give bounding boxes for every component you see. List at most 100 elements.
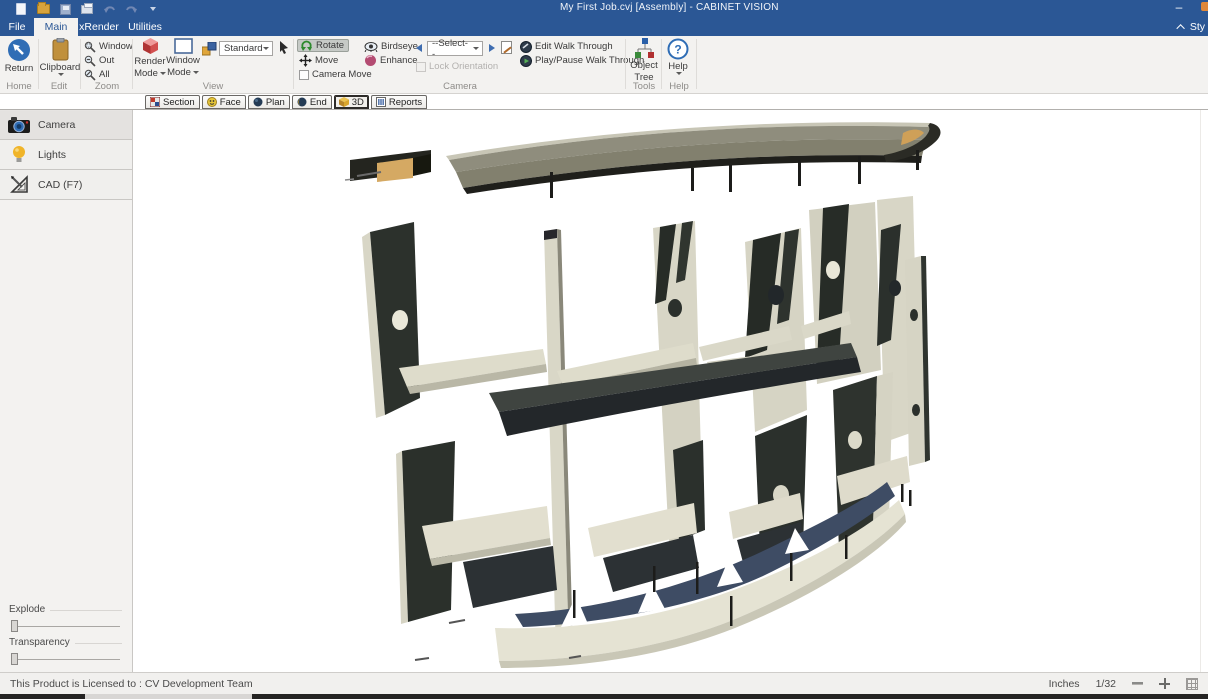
edit-walkthrough-button[interactable]: Edit Walk Through [520,40,613,53]
render-mode-button[interactable]: Render Mode [134,38,166,79]
move-button[interactable]: Move [299,54,338,67]
grid-toggle-icon[interactable] [1186,678,1198,690]
status-precision[interactable]: 1/32 [1096,678,1116,690]
zoom-window-button[interactable]: Window [84,40,133,53]
edit-walkthrough-icon [520,41,532,53]
view-tab-end[interactable]: End [292,95,332,109]
undo-icon [103,4,116,15]
sidebar-panel-lights[interactable]: Lights [0,140,132,170]
menu-tab-xrender[interactable]: xRender [74,18,124,36]
view-tab-reports[interactable]: Reports [371,95,427,109]
sidebar-panel-cad[interactable]: CAD (F7) [0,170,132,200]
render-style-select[interactable]: Standard [219,41,273,56]
pan-pointer-button[interactable] [277,40,292,58]
countertop-part [345,122,941,198]
taskbar-sliver [85,694,252,699]
chevron-down-icon [150,7,156,11]
lightbulb-icon [0,145,38,164]
birdseye-button[interactable]: Birdseye [364,40,418,53]
checkbox-icon [299,70,309,80]
explode-slider-thumb[interactable] [11,620,18,632]
camera-icon [0,116,38,134]
end-tab-icon [297,97,307,107]
group-label-home: Home [6,81,31,92]
explode-slider[interactable] [9,619,122,633]
camera-prev-button[interactable] [416,44,422,52]
print-button[interactable] [80,2,94,16]
group-label-help: Help [669,81,689,92]
render-mode-cube-icon [141,38,160,55]
ribbon: Return Home Clipboard Edit Window [0,36,1208,94]
view-tab-3d[interactable]: 3D [334,95,369,109]
status-units[interactable]: Inches [1049,678,1080,690]
group-label-camera: Camera [443,81,477,92]
camera-move-checkbox[interactable]: Camera Move [299,68,372,81]
help-button[interactable]: ? Help [663,38,693,75]
license-text: This Product is Licensed to : CV Develop… [10,678,253,690]
save-button[interactable] [58,2,72,16]
camera-next-button[interactable] [489,44,495,52]
collapse-ribbon-label: Sty [1190,21,1205,33]
window-title: My First Job.cvj [Assembly] - CABINET VI… [560,2,779,13]
collapse-ribbon-button[interactable]: Sty [1179,18,1205,36]
assembly-3d-render[interactable] [133,110,1208,672]
move-icon [299,54,312,67]
viewport-3d[interactable] [133,110,1208,672]
zoom-all-icon [84,69,96,81]
transparency-slider-thumb[interactable] [11,653,18,665]
view-tab-face[interactable]: Face [202,95,246,109]
rotate-button[interactable]: Rotate [297,39,349,52]
chevron-down-icon [473,47,479,50]
redo-button[interactable] [124,2,138,16]
return-button[interactable]: Return [2,38,36,74]
viewport-right-gutter [1200,110,1208,672]
zoom-window-icon [84,41,96,53]
chevron-down-icon [676,72,682,75]
enhance-button[interactable]: Enhance [364,54,418,67]
reports-tab-icon [376,97,386,107]
menu-bar: File Main xRender Utilities Sty [0,18,1208,36]
divider [50,610,122,611]
chevron-down-icon [160,72,166,75]
edit-view-button[interactable] [501,41,512,57]
enhance-icon [364,54,377,67]
pan-tool-icon[interactable] [1132,682,1143,685]
object-tree-button[interactable]: Object Tree [628,38,660,83]
customize-qat-button[interactable] [146,2,160,16]
birdseye-eye-icon [364,41,378,52]
group-label-zoom: Zoom [95,81,119,92]
window-corner-badge[interactable] [1201,2,1208,11]
menu-tab-main[interactable]: Main [34,18,78,36]
sidebar-panel-camera[interactable]: Camera [0,110,132,140]
chevron-up-icon [1176,24,1184,32]
zoom-all-button[interactable]: All [84,68,110,81]
rotate-icon [300,39,313,52]
chevron-down-icon [58,73,64,76]
play-walkthrough-icon [520,55,532,67]
new-file-button[interactable] [14,2,28,16]
transparency-slider[interactable] [9,652,122,666]
help-icon: ? [667,38,689,60]
window-mode-button[interactable]: Window Mode [166,38,200,78]
camera-select[interactable]: --Select-- [427,41,483,56]
zoom-out-button[interactable]: Out [84,54,114,67]
crosshair-icon[interactable] [1159,678,1170,689]
open-button[interactable] [36,2,50,16]
three-d-tab-icon [339,97,349,107]
section-tab-icon [150,97,160,107]
clipboard-icon [52,38,69,61]
view-tab-section[interactable]: Section [145,95,200,109]
view-tab-strip: Section Face Plan End 3D Reports [0,94,1208,110]
clipboard-button[interactable]: Clipboard [42,38,78,76]
view-tab-plan[interactable]: Plan [248,95,290,109]
status-bar: This Product is Licensed to : CV Develop… [0,672,1208,694]
minimize-button[interactable]: – [1170,0,1188,16]
window-mode-icon [174,38,193,54]
svg-text:?: ? [674,43,681,57]
menu-tab-file[interactable]: File [0,18,34,36]
undo-button[interactable] [102,2,116,16]
chevron-down-icon [193,71,199,74]
return-icon [7,38,31,62]
save-icon [60,4,71,15]
menu-tab-utilities[interactable]: Utilities [120,18,170,36]
